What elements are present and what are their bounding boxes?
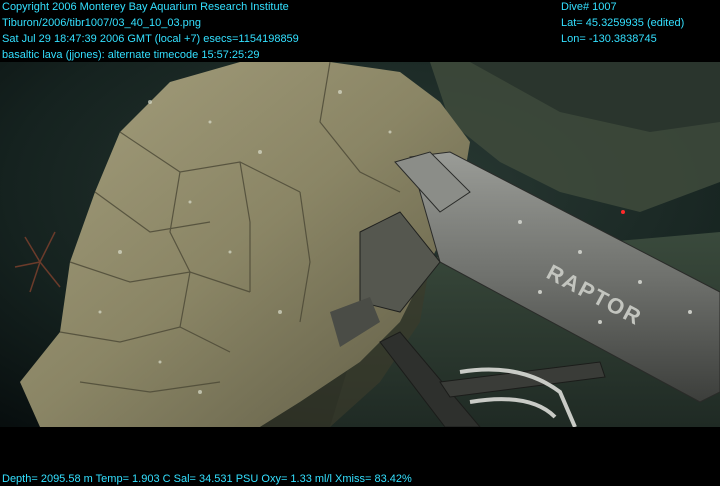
- latitude-text: Lat= 45.3259935 (edited): [561, 17, 685, 29]
- seafloor-scene: RAPTOR: [0, 62, 720, 427]
- video-frame: RAPTOR Copyright 2006 Monterey Bay Aquar…: [0, 0, 720, 486]
- file-path-text: Tiburon/2006/tibr1007/03_40_10_03.png: [2, 17, 201, 29]
- longitude-text: Lon= -130.3838745: [561, 33, 657, 45]
- telemetry-text: Depth= 2095.58 m Temp= 1.903 C Sal= 34.5…: [2, 473, 412, 485]
- telemetry-overlay: Depth= 2095.58 m Temp= 1.903 C Sal= 34.5…: [2, 472, 412, 486]
- dive-number-text: Dive# 1007: [561, 1, 617, 13]
- metadata-overlay-right: Dive# 1007 Lat= 45.3259935 (edited) Lon=…: [561, 0, 684, 48]
- laser-dot: [621, 210, 625, 214]
- datetime-text: Sat Jul 29 18:47:39 2006 GMT (local +7) …: [2, 33, 299, 45]
- description-text: basaltic lava (jjones): alternate timeco…: [2, 49, 260, 61]
- copyright-text: Copyright 2006 Monterey Bay Aquarium Res…: [2, 1, 289, 13]
- metadata-overlay-left: Copyright 2006 Monterey Bay Aquarium Res…: [2, 0, 299, 64]
